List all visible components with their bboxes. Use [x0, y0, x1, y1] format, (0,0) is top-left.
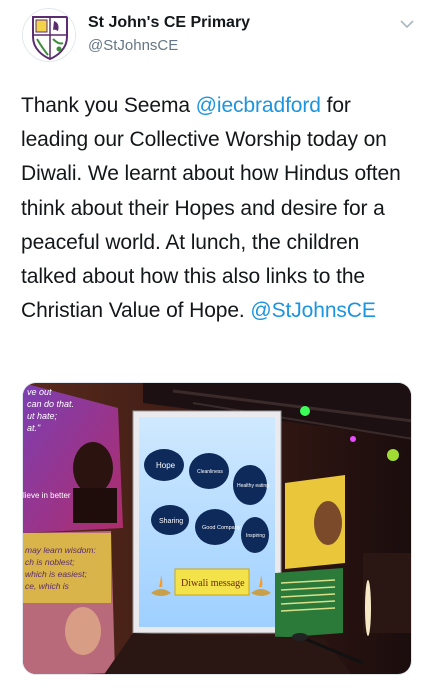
tweet-text: Thank you Seema @iecbradford for leading…	[21, 89, 416, 328]
avatar[interactable]	[22, 8, 76, 62]
slide-bubble: Inspiring	[246, 533, 265, 539]
slide-bubble: Cleanliness	[197, 469, 223, 475]
mention-link[interactable]: @iecbradford	[196, 94, 321, 117]
chevron-down-icon[interactable]	[399, 16, 415, 32]
display-name[interactable]: St John's CE Primary	[88, 14, 250, 32]
poster-text: ut hate;	[27, 411, 58, 421]
poster-text: ce, which is	[25, 581, 70, 591]
poster-text: ch is noblest;	[25, 557, 75, 567]
mention-link[interactable]: @StJohnsCE	[250, 299, 375, 322]
user-handle[interactable]: @StJohnsCE	[88, 37, 178, 54]
school-crest-logo	[23, 9, 75, 61]
tweet-text-part: for leading our Collective Worship today…	[21, 94, 401, 323]
slide-bubble: Hope	[156, 461, 176, 470]
slide-bubble: Sharing	[159, 518, 183, 525]
poster-text: can do that.	[27, 399, 74, 409]
tweet-photo[interactable]: ve out can do that. ut hate; at." lieve …	[22, 382, 412, 675]
poster-text: ve out	[27, 387, 52, 397]
worship-photo: ve out can do that. ut hate; at." lieve …	[23, 383, 411, 674]
slide-bubble: Healthy eating	[237, 483, 269, 489]
slide-bubble: Good Company	[202, 525, 241, 531]
poster-text: which is easiest;	[25, 569, 88, 579]
tweet-header: St John's CE Primary @StJohnsCE	[0, 0, 433, 74]
poster-text: at."	[27, 423, 41, 433]
slide-banner: Diwali message	[181, 578, 245, 589]
tweet-text-part: Thank you Seema	[21, 94, 196, 117]
poster-text: may learn wisdom:	[25, 545, 96, 555]
poster-text: lieve in better	[23, 491, 71, 500]
